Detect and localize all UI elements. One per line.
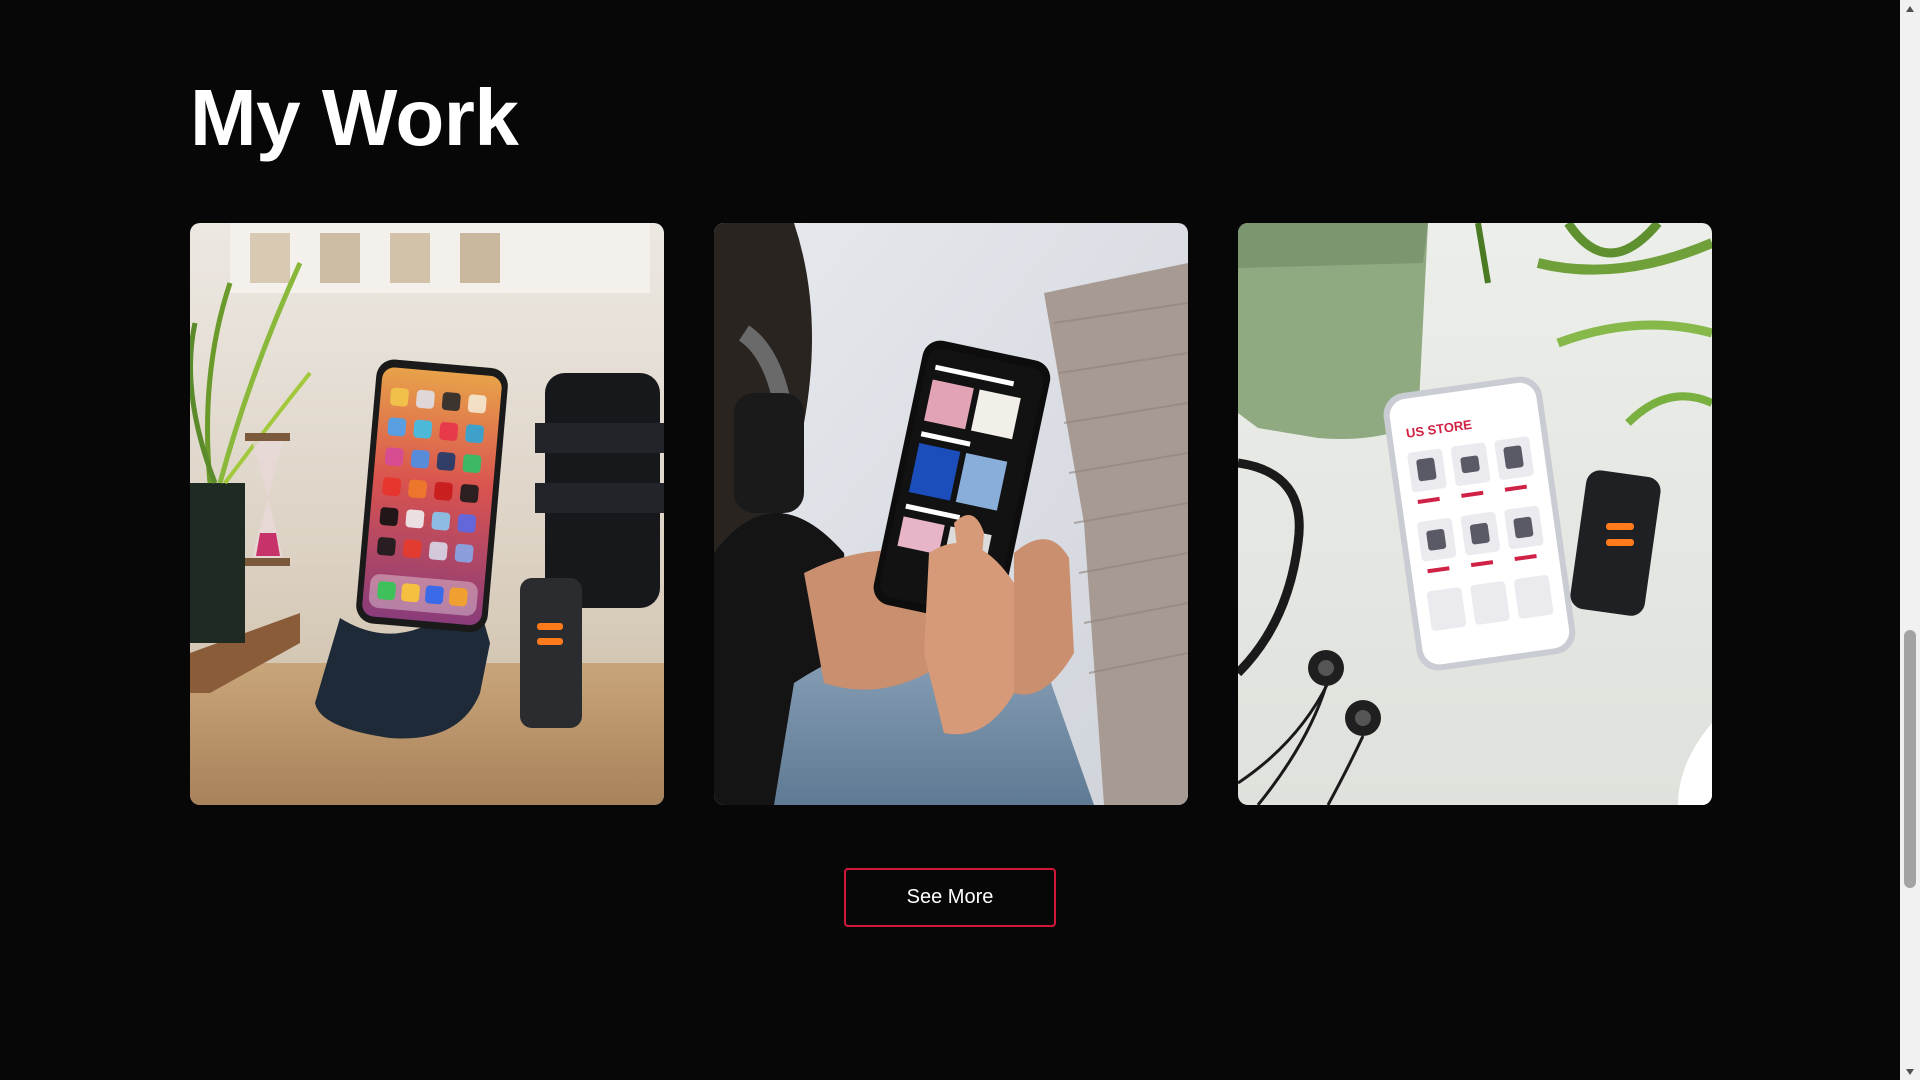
scroll-down-arrow-icon[interactable] [1900,1063,1920,1080]
project-card-3[interactable]: US STORE [1238,223,1712,805]
scroll-thumb[interactable] [1904,630,1916,888]
see-more-button[interactable]: See More [844,868,1056,927]
page: My Work US STORE See More [0,0,1900,1080]
project-card-2[interactable] [714,223,1188,805]
section-title: My Work [190,73,519,162]
project-image-2 [714,223,1188,805]
vertical-scrollbar[interactable] [1900,0,1920,1080]
project-image-3: US STORE [1238,223,1712,805]
project-image-1 [190,223,664,805]
scroll-up-arrow-icon[interactable] [1900,0,1920,17]
project-card-1[interactable] [190,223,664,805]
